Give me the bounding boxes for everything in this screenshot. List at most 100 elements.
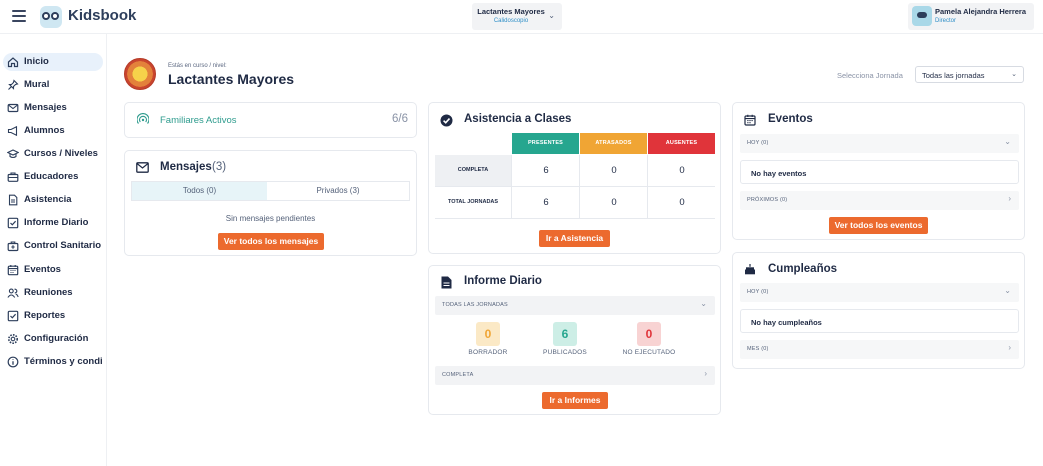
document-icon	[8, 194, 18, 206]
row-label: COMPLETA	[442, 372, 474, 378]
col-atrasados: ATRASADOS	[580, 133, 647, 154]
cumpleanos-empty: No hay cumpleaños	[740, 309, 1019, 333]
calendar-icon	[744, 114, 756, 126]
sidebar-item-label: Inicio	[24, 56, 49, 67]
cumpleanos-empty-text: No hay cumpleaños	[751, 318, 822, 327]
eventos-empty-text: No hay eventos	[751, 169, 807, 178]
mensajes-empty-text: Sin mensajes pendientes	[225, 214, 316, 223]
table-divider	[435, 218, 715, 219]
top-bar: Kidsbook Lactantes Mayores Calidoscopio …	[0, 0, 1043, 34]
jornada-label: Selecciona Jornada	[837, 71, 903, 80]
avatar	[912, 6, 932, 26]
sidebar-item-asistencia[interactable]: Asistencia	[3, 191, 103, 209]
table-cell: 6	[543, 165, 549, 176]
cumpleanos-mes-header[interactable]: MES (0) ›	[740, 340, 1019, 359]
tab-todos[interactable]: Todos (0)	[132, 182, 267, 200]
sidebar-item-mensajes[interactable]: Mensajes	[3, 99, 103, 117]
course-subtitle: Estás en curso / nivel:	[168, 63, 227, 69]
mail-icon	[7, 103, 19, 113]
table-cell: 6	[543, 197, 549, 208]
cumpleanos-mes-label: MES (0)	[747, 346, 769, 352]
sidebar-item-reportes[interactable]: Reportes	[3, 307, 103, 325]
chevron-right-icon: ›	[1008, 343, 1011, 352]
sidebar-item-reuniones[interactable]: Reuniones	[3, 284, 103, 302]
asistencia-title: Asistencia a Clases	[464, 113, 572, 125]
course-selector-name: Lactantes Mayores	[477, 7, 545, 16]
checkbox-icon	[7, 310, 19, 322]
mensajes-count: (3)	[212, 161, 227, 173]
stat-publicados-value: 6	[553, 322, 577, 346]
sidebar-item-eventos[interactable]: Eventos	[3, 261, 103, 279]
sidebar-item-label: Reuniones	[24, 287, 73, 298]
eventos-proximos-label: PRÓXIMOS (0)	[747, 197, 788, 203]
eventos-hoy-header[interactable]: HOY (0) ⌄	[740, 134, 1019, 153]
user-menu[interactable]: Pamela Alejandra Herrera Director	[908, 3, 1034, 30]
stat-no-ejecutado-value: 0	[637, 322, 661, 346]
graduation-cap-icon	[7, 149, 19, 159]
sidebar-item-cursos[interactable]: Cursos / Niveles	[3, 145, 103, 163]
briefcase-icon	[7, 172, 19, 182]
stat-no-ejecutado-label: NO EJECUTADO	[622, 349, 676, 356]
cake-icon	[745, 264, 755, 275]
sidebar-item-label: Asistencia	[24, 194, 72, 205]
menu-icon[interactable]	[12, 10, 26, 22]
mail-icon	[136, 162, 149, 173]
informe-title: Informe Diario	[464, 275, 542, 287]
jornada-select[interactable]: Todas las jornadas ⌄	[915, 66, 1024, 83]
ver-mensajes-button[interactable]: Ver todos los mensajes	[218, 233, 324, 250]
checkbox-icon	[7, 217, 19, 229]
table-cell: 0	[611, 165, 617, 176]
info-icon	[7, 356, 19, 368]
jornada-select-value: Todas las jornadas	[922, 71, 985, 80]
table-cell: 0	[679, 197, 685, 208]
gear-icon	[8, 334, 18, 344]
sidebar-item-label: Reportes	[24, 310, 66, 321]
cumpleanos-hoy-header[interactable]: HOY (0) ⌄	[740, 283, 1019, 302]
sidebar-item-label: Mural	[24, 79, 50, 90]
sidebar-item-label: Mensajes	[24, 102, 67, 113]
chevron-down-icon: ⌄	[1004, 286, 1011, 295]
pin-icon	[8, 79, 19, 90]
ir-informes-button[interactable]: Ir a Informes	[542, 392, 608, 409]
informe-row-completa[interactable]: COMPLETA ›	[435, 366, 715, 385]
stat-borrador-value: 0	[476, 322, 500, 346]
sidebar-item-informe-diario[interactable]: Informe Diario	[3, 214, 103, 232]
user-name: Pamela Alejandra Herrera	[935, 7, 1027, 16]
tab-privados[interactable]: Privados (3)	[267, 182, 409, 200]
informe-jornada-filter[interactable]: TODAS LAS JORNADAS ⌄	[435, 296, 715, 315]
sidebar-item-configuracion[interactable]: Configuración	[3, 330, 103, 348]
sidebar-item-inicio[interactable]: Inicio	[3, 53, 103, 71]
chevron-down-icon: ⌄	[1011, 71, 1017, 78]
people-icon	[7, 288, 19, 298]
sidebar-item-label: Configuración	[24, 333, 89, 344]
sidebar-item-terminos[interactable]: Términos y condiciones	[3, 353, 103, 371]
mensajes-title: Mensajes	[160, 161, 212, 173]
eventos-proximos-header[interactable]: PRÓXIMOS (0) ›	[740, 191, 1019, 210]
sidebar-item-alumnos[interactable]: Alumnos	[3, 122, 103, 140]
user-role: Director	[935, 18, 957, 24]
app-name: Kidsbook	[68, 7, 137, 24]
ir-asistencia-button[interactable]: Ir a Asistencia	[539, 230, 610, 247]
filter-label: TODAS LAS JORNADAS	[442, 302, 508, 308]
stat-publicados-label: PUBLICADOS	[543, 349, 587, 356]
course-selector-school: Calidoscopio	[493, 18, 529, 24]
sidebar-item-label: Cursos / Niveles	[24, 148, 98, 159]
table-cell: 0	[611, 197, 617, 208]
sidebar-item-label: Términos y condiciones	[24, 356, 103, 367]
sidebar: Inicio Mural Mensajes Alumnos Cursos / N…	[0, 34, 107, 466]
ver-eventos-button[interactable]: Ver todos los eventos	[829, 217, 928, 234]
course-selector[interactable]: Lactantes Mayores Calidoscopio ⌄	[472, 3, 562, 30]
chevron-right-icon: ›	[1008, 194, 1011, 203]
eventos-empty: No hay eventos	[740, 160, 1019, 184]
table-divider	[435, 186, 715, 187]
chevron-down-icon: ⌄	[548, 11, 555, 20]
familiares-count: 6/6	[392, 113, 408, 125]
eventos-hoy-label: HOY (0)	[747, 140, 769, 146]
kidsbook-logo-icon	[40, 6, 62, 28]
sidebar-item-mural[interactable]: Mural	[3, 76, 103, 94]
sidebar-item-educadores[interactable]: Educadores	[3, 168, 103, 186]
col-presentes: PRESENTES	[512, 133, 579, 154]
page-title: Lactantes Mayores	[168, 71, 295, 87]
megaphone-icon	[7, 125, 18, 137]
sidebar-item-control-sanitario[interactable]: Control Sanitario	[3, 237, 103, 255]
